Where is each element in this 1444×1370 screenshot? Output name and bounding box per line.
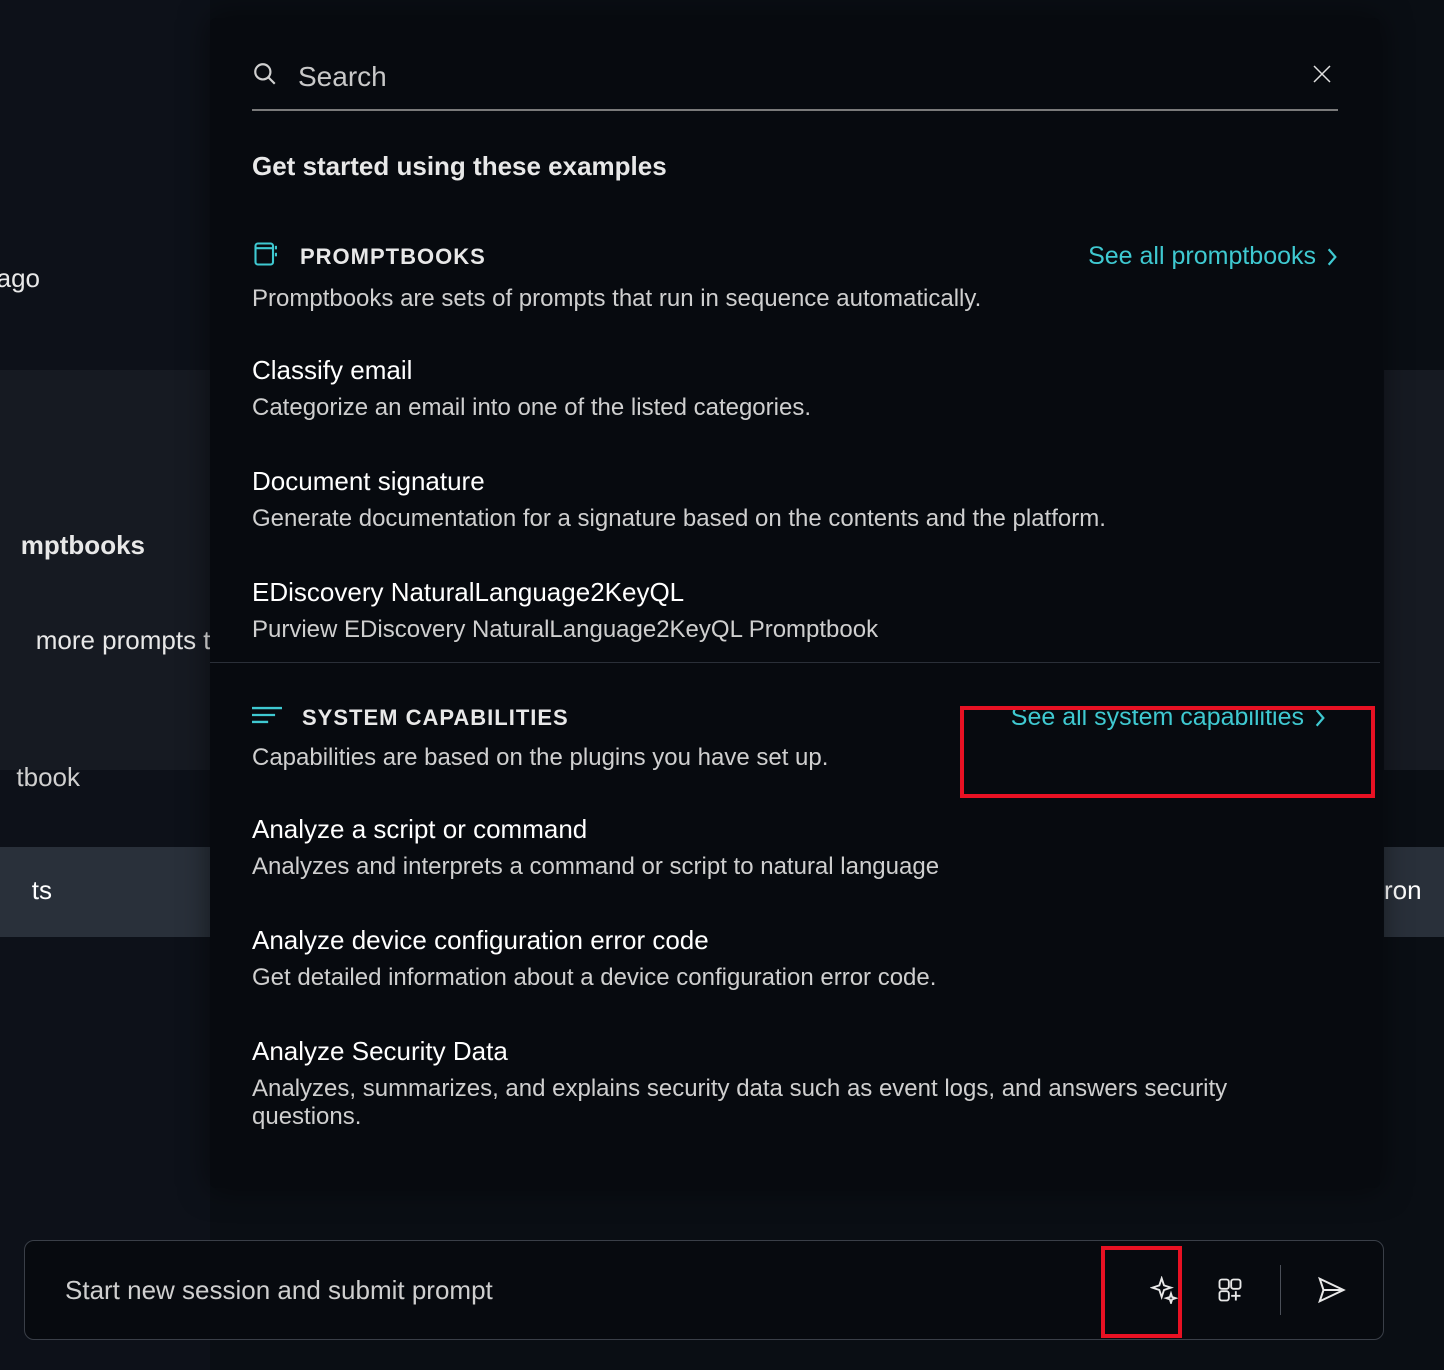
list-icon (252, 704, 282, 731)
promptbook-item[interactable]: Classify email Categorize an email into … (252, 355, 1338, 422)
bg-text-more-prompts: more prompts th (36, 625, 210, 656)
sparkle-button[interactable] (1142, 1268, 1186, 1312)
bg-card2: ts (0, 847, 210, 937)
promptbook-item-title: EDiscovery NaturalLanguage2KeyQL (252, 577, 1338, 608)
promptbook-item[interactable]: EDiscovery NaturalLanguage2KeyQL Purview… (252, 577, 1338, 644)
capability-item[interactable]: Analyze Security Data Analyzes, summariz… (252, 1036, 1338, 1131)
prompts-popup: Get started using these examples PROMPTB… (210, 18, 1380, 1188)
sparkle-icon (1150, 1276, 1178, 1304)
chevron-right-icon (1314, 708, 1326, 728)
get-started-heading: Get started using these examples (252, 151, 1338, 182)
section-divider (210, 662, 1380, 663)
prompt-bar (24, 1240, 1384, 1340)
promptbook-item-desc: Generate documentation for a signature b… (252, 505, 1338, 533)
search-input[interactable] (298, 61, 1306, 93)
promptbooks-desc: Promptbooks are sets of prompts that run… (252, 285, 1338, 313)
capability-item-desc: Get detailed information about a device … (252, 964, 1338, 992)
grid-plus-icon (1216, 1276, 1244, 1304)
capability-item-desc: Analyzes, summarizes, and explains secur… (252, 1075, 1338, 1131)
search-icon (252, 61, 278, 92)
promptbook-item-desc: Purview EDiscovery NaturalLanguage2KeyQL… (252, 616, 1338, 644)
promptbooks-title: PROMPTBOOKS (300, 244, 486, 270)
bg-text-ts: ts (32, 875, 52, 906)
bg-text-tbook: tbook (16, 762, 80, 793)
capabilities-desc: Capabilities are based on the plugins yo… (252, 744, 1338, 772)
capability-item-title: Analyze Security Data (252, 1036, 1338, 1067)
prompt-input[interactable] (65, 1275, 1142, 1306)
promptbooks-header: PROMPTBOOKS See all promptbooks (252, 240, 1338, 273)
see-all-capabilities-link[interactable]: See all system capabilities (1011, 703, 1338, 732)
promptbook-item[interactable]: Document signature Generate documentatio… (252, 466, 1338, 533)
prompt-actions (1142, 1265, 1353, 1315)
promptbook-item-title: Document signature (252, 466, 1338, 497)
vertical-divider (1280, 1265, 1281, 1315)
bg-text-ne: ne (1384, 762, 1413, 770)
send-button[interactable] (1309, 1268, 1353, 1312)
search-row (252, 58, 1338, 111)
bg-right-card: ne (1384, 370, 1444, 770)
background-sidebar: ago mptbooks more prompts th tbook ts (0, 0, 210, 1370)
capability-item-title: Analyze device configuration error code (252, 925, 1338, 956)
bg-right-card2: ron (1384, 847, 1444, 937)
bg-text-ago: ago (0, 263, 40, 294)
send-icon (1316, 1275, 1346, 1305)
bg-text-ron: ron (1384, 875, 1422, 906)
bg-text-mptbooks: mptbooks (21, 530, 145, 561)
promptbook-item-desc: Categorize an email into one of the list… (252, 394, 1338, 422)
close-icon[interactable] (1306, 58, 1338, 95)
capabilities-header: SYSTEM CAPABILITIES See all system capab… (252, 703, 1338, 732)
see-all-capabilities-label: See all system capabilities (1011, 703, 1304, 732)
capability-item-desc: Analyzes and interprets a command or scr… (252, 853, 1338, 881)
see-all-promptbooks-label: See all promptbooks (1088, 242, 1316, 271)
bg-card: mptbooks more prompts th tbook (0, 370, 210, 770)
capabilities-title: SYSTEM CAPABILITIES (302, 705, 569, 731)
capability-item[interactable]: Analyze a script or command Analyzes and… (252, 814, 1338, 881)
promptbook-icon (252, 240, 280, 273)
capability-item[interactable]: Analyze device configuration error code … (252, 925, 1338, 992)
promptbook-item-title: Classify email (252, 355, 1338, 386)
chevron-right-icon (1326, 247, 1338, 267)
capability-item-title: Analyze a script or command (252, 814, 1338, 845)
plugins-button[interactable] (1208, 1268, 1252, 1312)
see-all-promptbooks-link[interactable]: See all promptbooks (1088, 242, 1338, 271)
